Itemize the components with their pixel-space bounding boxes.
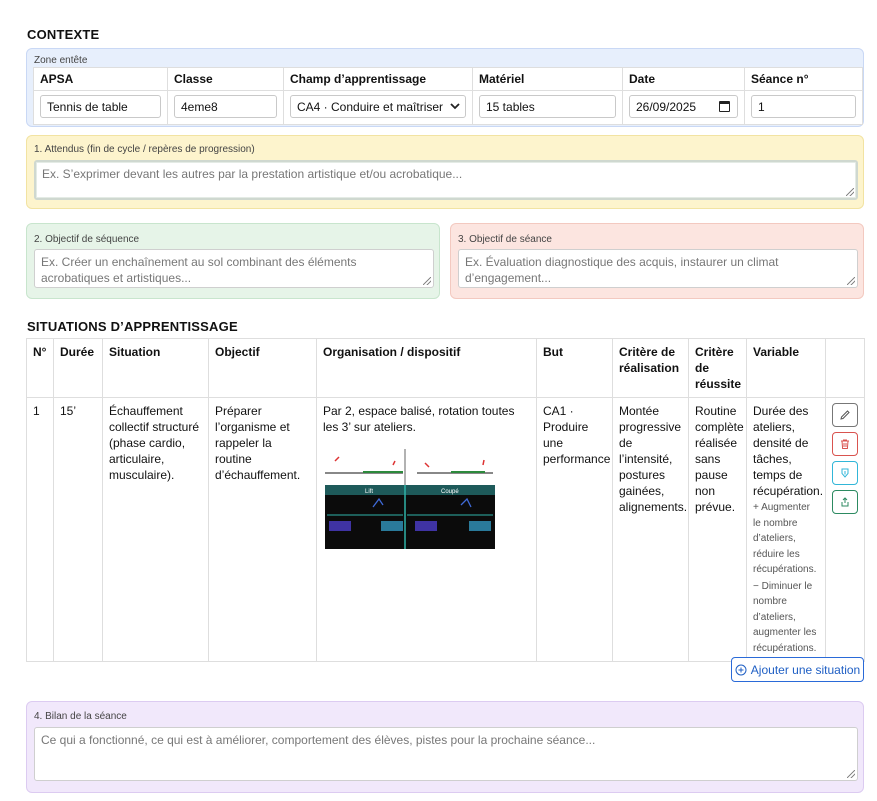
context-table: APSA Classe Champ d’apprentissage Matéri… (33, 67, 863, 125)
date-input[interactable]: 26/09/2025 (629, 95, 738, 118)
situations-header-row: N° Durée Situation Objectif Organisation… (26, 338, 865, 398)
col-organisation: Organisation / dispositif (316, 338, 537, 398)
bilan-label: 4. Bilan de la séance (34, 711, 127, 722)
col-but: But (536, 338, 613, 398)
resize-grip-icon[interactable] (423, 277, 431, 285)
share-icon (841, 497, 849, 507)
edit-button[interactable] (832, 403, 858, 427)
diagram-left-title: Lift (365, 489, 373, 495)
col-num: N° (26, 338, 54, 398)
header-apsa: APSA (33, 67, 168, 91)
objectif-seance-textarea[interactable]: Ex. Évaluation diagnostique des acquis, … (458, 249, 858, 288)
apsa-input[interactable]: Tennis de table (40, 95, 161, 118)
table-row: 1 15’ Échauffement collectif structuré (… (26, 397, 865, 662)
champ-select[interactable]: CA4 · Conduire et maîtriser un affrontem… (290, 95, 466, 118)
add-situation-button[interactable]: Ajouter une situation (731, 657, 864, 682)
classe-input[interactable]: 4eme8 (174, 95, 277, 118)
objectif-sequence-label: 2. Objectif de séquence (34, 234, 140, 245)
resize-grip-icon[interactable] (847, 770, 855, 778)
row-variable: Durée des ateliers, densité de tâches, t… (746, 397, 826, 662)
row-critere-realisation: Montée progressive de l’intensité, postu… (612, 397, 689, 662)
col-situation: Situation (102, 338, 209, 398)
save-template-button[interactable] (832, 461, 858, 485)
row-critere-reussite: Routine complète réalisée sans pause non… (688, 397, 747, 662)
row-but: CA1 · Produire une performance (536, 397, 613, 662)
attendus-textarea[interactable]: Ex. S’exprimer devant les autres par la … (34, 160, 858, 200)
trash-icon (841, 439, 849, 449)
col-actions (825, 338, 865, 398)
header-date: Date (622, 67, 745, 91)
attendus-label: 1. Attendus (fin de cycle / repères de p… (34, 144, 255, 155)
objectif-sequence-textarea[interactable]: Ex. Créer un enchaînement au sol combina… (34, 249, 434, 288)
row-duree: 15’ (53, 397, 103, 662)
calendar-icon[interactable] (719, 101, 730, 112)
share-button[interactable] (832, 490, 858, 514)
header-champ: Champ d’apprentissage (283, 67, 473, 91)
objectif-seance-card: 3. Objectif de séance Ex. Évaluation dia… (450, 223, 864, 299)
objectif-sequence-card: 2. Objectif de séquence Ex. Créer un enc… (26, 223, 440, 299)
header-classe: Classe (167, 67, 284, 91)
bilan-card: 4. Bilan de la séance Ce qui a fonctionn… (26, 701, 864, 793)
col-critere-reussite: Critère de réussite (688, 338, 747, 398)
attendus-card: 1. Attendus (fin de cycle / repères de p… (26, 135, 864, 209)
col-variable: Variable (746, 338, 826, 398)
seance-number-input[interactable]: 1 (751, 95, 856, 118)
row-num: 1 (26, 397, 54, 662)
row-organisation: Par 2, espace balisé, rotation toutes le… (316, 397, 537, 662)
header-zone-label: Zone entête (34, 55, 88, 66)
pencil-icon (840, 410, 850, 420)
lesson-planner-page: CONTEXTE Zone entête APSA Classe Champ d… (0, 0, 877, 801)
header-materiel: Matériel (472, 67, 623, 91)
organisation-diagram: Lift Coupé (325, 449, 495, 549)
variable-plus: + Augmenter le nombre d’ateliers, réduir… (753, 502, 817, 575)
delete-button[interactable] (832, 432, 858, 456)
materiel-input[interactable]: 15 tables (479, 95, 616, 118)
row-situation: Échauffement collectif structuré (phase … (102, 397, 209, 662)
header-zone-card: Zone entête APSA Classe Champ d’apprenti… (26, 48, 864, 127)
shield-icon (841, 468, 849, 478)
contexte-title: CONTEXTE (27, 27, 100, 42)
col-duree: Durée (53, 338, 103, 398)
col-objectif: Objectif (208, 338, 317, 398)
resize-grip-icon[interactable] (847, 277, 855, 285)
diagram-right-title: Coupé (441, 489, 459, 495)
col-critere-realisation: Critère de réalisation (612, 338, 689, 398)
bilan-textarea[interactable]: Ce qui a fonctionné, ce qui est à amélio… (34, 727, 858, 781)
row-actions (825, 397, 865, 662)
row-objectif: Préparer l’organisme et rappeler la rout… (208, 397, 317, 662)
objectif-seance-label: 3. Objectif de séance (458, 234, 552, 245)
plus-circle-icon (735, 664, 747, 675)
situations-title: SITUATIONS D’APPRENTISSAGE (27, 319, 238, 334)
variable-minus: − Diminuer le nombre d’ateliers, augment… (753, 580, 817, 654)
situations-table: N° Durée Situation Objectif Organisation… (26, 338, 865, 662)
header-seance: Séance n° (744, 67, 863, 91)
resize-grip-icon[interactable] (846, 188, 854, 196)
chevron-down-icon (450, 103, 460, 110)
